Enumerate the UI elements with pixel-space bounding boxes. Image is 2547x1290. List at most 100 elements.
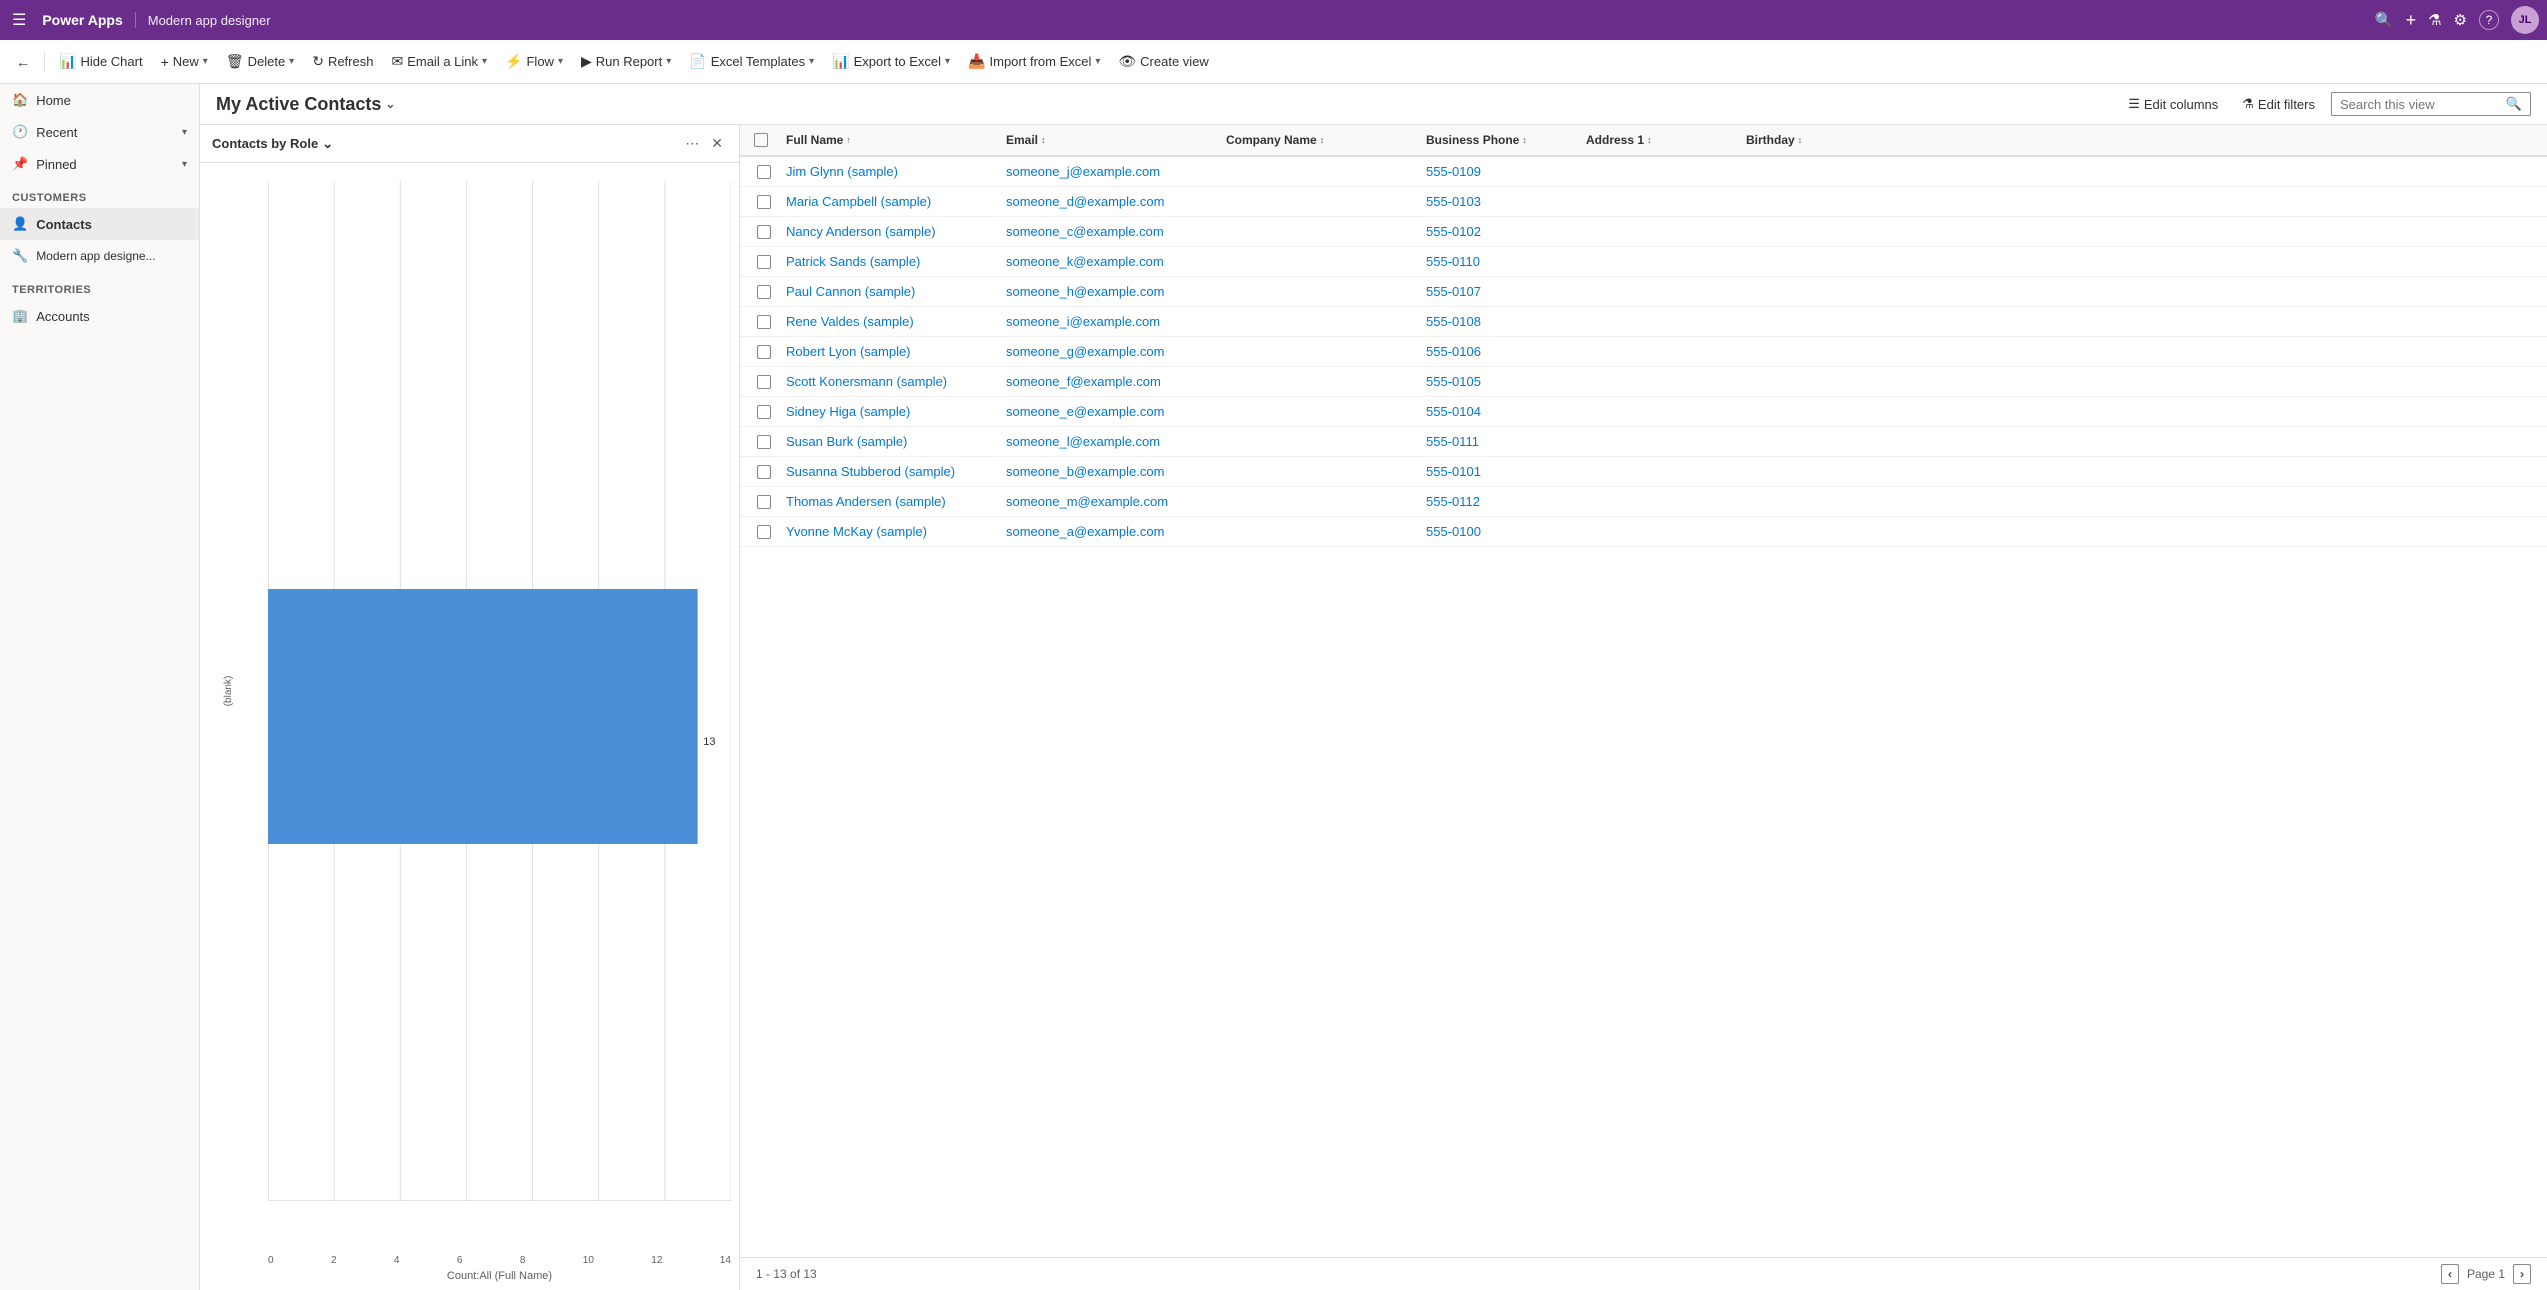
delete-dropdown-icon[interactable]: ▾ [289,56,294,67]
run-report-dropdown-icon[interactable]: ▾ [666,56,671,67]
row-phone[interactable]: 555-0110 [1420,247,1580,276]
col-header-phone[interactable]: Business Phone ↕ [1420,125,1580,155]
row-email[interactable]: someone_c@example.com [1000,217,1220,246]
row-email[interactable]: someone_i@example.com [1000,307,1220,336]
row-phone[interactable]: 555-0108 [1420,307,1580,336]
edit-filters-button[interactable]: ⚗ Edit filters [2234,92,2323,116]
col-header-fullname[interactable]: Full Name ↑ [780,125,1000,155]
hamburger-menu[interactable]: ☰ [8,6,30,34]
row-email[interactable]: someone_l@example.com [1000,427,1220,456]
row-checkbox[interactable] [757,165,771,179]
chart-more-icon[interactable]: ⋯ [681,133,703,154]
row-phone[interactable]: 555-0104 [1420,397,1580,426]
create-view-button[interactable]: 👁 Create view [1110,49,1216,74]
export-excel-button[interactable]: 📊 Export to Excel ▾ [824,49,958,74]
row-fullname[interactable]: Scott Konersmann (sample) [780,367,1000,396]
next-page-button[interactable]: › [2513,1264,2531,1284]
row-phone[interactable]: 555-0106 [1420,337,1580,366]
row-email[interactable]: someone_b@example.com [1000,457,1220,486]
row-checkbox[interactable] [757,315,771,329]
sidebar-item-contacts[interactable]: 👤 Contacts [0,208,199,240]
add-nav-icon[interactable]: + [2406,10,2417,31]
row-phone[interactable]: 555-0109 [1420,157,1580,186]
row-fullname[interactable]: Maria Campbell (sample) [780,187,1000,216]
row-checkbox[interactable] [757,225,771,239]
row-phone[interactable]: 555-0100 [1420,517,1580,546]
row-phone[interactable]: 555-0105 [1420,367,1580,396]
row-checkbox[interactable] [757,495,771,509]
row-email[interactable]: someone_j@example.com [1000,157,1220,186]
prev-page-button[interactable]: ‹ [2441,1264,2459,1284]
refresh-button[interactable]: ↻ Refresh [304,49,381,74]
excel-templates-dropdown-icon[interactable]: ▾ [809,56,814,67]
row-email[interactable]: someone_e@example.com [1000,397,1220,426]
row-phone[interactable]: 555-0103 [1420,187,1580,216]
delete-button[interactable]: 🗑 Delete ▾ [218,49,302,74]
sidebar-item-pinned[interactable]: 📌 Pinned ▾ [0,148,199,180]
excel-templates-button[interactable]: 📄 Excel Templates ▾ [681,49,822,74]
flow-dropdown-icon[interactable]: ▾ [558,56,563,67]
import-excel-dropdown-icon[interactable]: ▾ [1095,56,1100,67]
row-fullname[interactable]: Paul Cannon (sample) [780,277,1000,306]
row-email[interactable]: someone_h@example.com [1000,277,1220,306]
row-fullname[interactable]: Robert Lyon (sample) [780,337,1000,366]
new-dropdown-icon[interactable]: ▾ [203,56,208,67]
chart-close-icon[interactable]: ✕ [707,133,727,154]
row-phone[interactable]: 555-0111 [1420,427,1580,456]
back-button[interactable]: ← [8,50,38,74]
search-icon[interactable]: 🔍 [2506,96,2522,112]
filter-nav-icon[interactable]: ⚗ [2428,11,2441,29]
row-email[interactable]: someone_f@example.com [1000,367,1220,396]
row-email[interactable]: someone_d@example.com [1000,187,1220,216]
search-input[interactable] [2340,97,2500,112]
row-checkbox[interactable] [757,405,771,419]
email-dropdown-icon[interactable]: ▾ [482,56,487,67]
row-checkbox[interactable] [757,375,771,389]
new-button[interactable]: + New ▾ [153,50,216,74]
row-fullname[interactable]: Rene Valdes (sample) [780,307,1000,336]
email-link-button[interactable]: ✉ Email a Link ▾ [383,49,495,74]
import-excel-button[interactable]: 📥 Import from Excel ▾ [960,49,1108,74]
row-phone[interactable]: 555-0107 [1420,277,1580,306]
user-avatar[interactable]: JL [2511,6,2539,34]
hide-chart-button[interactable]: 📊 Hide Chart [51,49,151,74]
search-nav-icon[interactable]: 🔍 [2375,11,2394,29]
row-fullname[interactable]: Sidney Higa (sample) [780,397,1000,426]
row-checkbox[interactable] [757,195,771,209]
view-title-chevron[interactable]: ⌄ [385,97,395,111]
row-phone[interactable]: 555-0102 [1420,217,1580,246]
help-nav-icon[interactable]: ? [2479,10,2499,30]
col-header-address[interactable]: Address 1 ↕ [1580,125,1740,155]
row-fullname[interactable]: Susan Burk (sample) [780,427,1000,456]
select-all-checkbox[interactable] [754,133,768,147]
col-header-birthday[interactable]: Birthday ↕ [1740,125,1840,155]
search-box[interactable]: 🔍 [2331,92,2531,116]
row-email[interactable]: someone_m@example.com [1000,487,1220,516]
row-email[interactable]: someone_k@example.com [1000,247,1220,276]
row-fullname[interactable]: Susanna Stubberod (sample) [780,457,1000,486]
pinned-expand-icon[interactable]: ▾ [182,159,187,170]
row-checkbox[interactable] [757,435,771,449]
col-header-email[interactable]: Email ↕ [1000,125,1220,155]
col-header-company[interactable]: Company Name ↕ [1220,125,1420,155]
row-email[interactable]: someone_a@example.com [1000,517,1220,546]
row-checkbox[interactable] [757,525,771,539]
row-fullname[interactable]: Patrick Sands (sample) [780,247,1000,276]
recent-expand-icon[interactable]: ▾ [182,127,187,138]
flow-button[interactable]: ⚡ Flow ▾ [497,49,571,74]
export-excel-dropdown-icon[interactable]: ▾ [945,56,950,67]
settings-nav-icon[interactable]: ⚙ [2454,11,2467,29]
sidebar-item-modern-designer[interactable]: 🔧 Modern app designe... [0,240,199,272]
row-checkbox[interactable] [757,345,771,359]
row-fullname[interactable]: Jim Glynn (sample) [780,157,1000,186]
row-phone[interactable]: 555-0101 [1420,457,1580,486]
sidebar-item-home[interactable]: 🏠 Home [0,84,199,116]
row-fullname[interactable]: Nancy Anderson (sample) [780,217,1000,246]
edit-columns-button[interactable]: ☰ Edit columns [2120,92,2226,116]
row-checkbox[interactable] [757,465,771,479]
row-email[interactable]: someone_g@example.com [1000,337,1220,366]
row-fullname[interactable]: Yvonne McKay (sample) [780,517,1000,546]
chart-title-button[interactable]: Contacts by Role ⌄ [212,136,333,152]
row-checkbox[interactable] [757,285,771,299]
sidebar-item-accounts[interactable]: 🏢 Accounts [0,300,199,332]
